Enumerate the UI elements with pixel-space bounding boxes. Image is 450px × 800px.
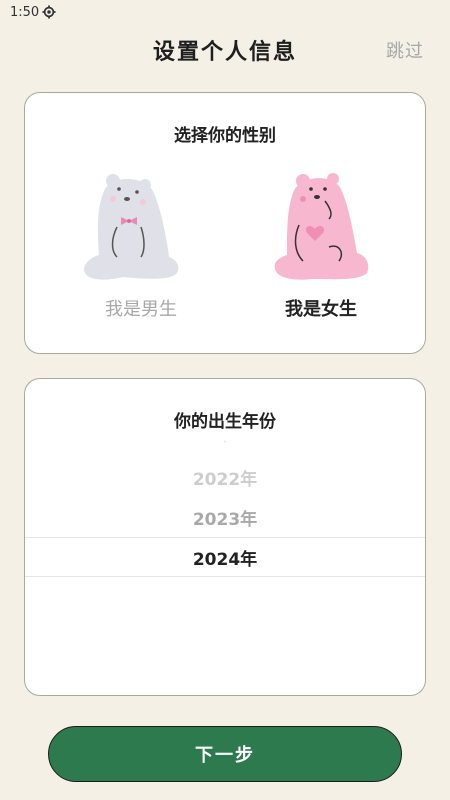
female-option[interactable]: 我是女生 (251, 169, 391, 339)
gender-card-title: 选择你的性别 (174, 126, 276, 146)
skip-button[interactable]: 跳过 (386, 37, 424, 63)
year-picker[interactable]: · 2022年 2023年 2024年 (25, 429, 425, 689)
picker-divider (25, 576, 425, 577)
picker-item[interactable]: 2022年 (25, 465, 425, 490)
page-title: 设置个人信息 (152, 40, 297, 65)
gear-icon (42, 5, 56, 19)
gender-card: 选择你的性别 我是男生 我是女生 (24, 92, 426, 354)
female-label: 我是女生 (285, 299, 357, 320)
female-bear-icon (274, 173, 369, 280)
picker-item-selected[interactable]: 2024年 (25, 545, 425, 570)
status-bar: 1:50 (0, 0, 450, 26)
picker-item-faint: · (223, 437, 227, 448)
male-label: 我是男生 (105, 299, 177, 320)
next-button[interactable]: 下一步 (48, 726, 402, 782)
year-card: 你的出生年份 · 2022年 2023年 2024年 (24, 378, 426, 696)
male-option[interactable]: 我是男生 (71, 169, 211, 339)
status-time: 1:50 (10, 5, 40, 20)
male-bear-icon (84, 174, 179, 280)
picker-divider (25, 537, 425, 538)
picker-item[interactable]: 2023年 (25, 505, 425, 530)
